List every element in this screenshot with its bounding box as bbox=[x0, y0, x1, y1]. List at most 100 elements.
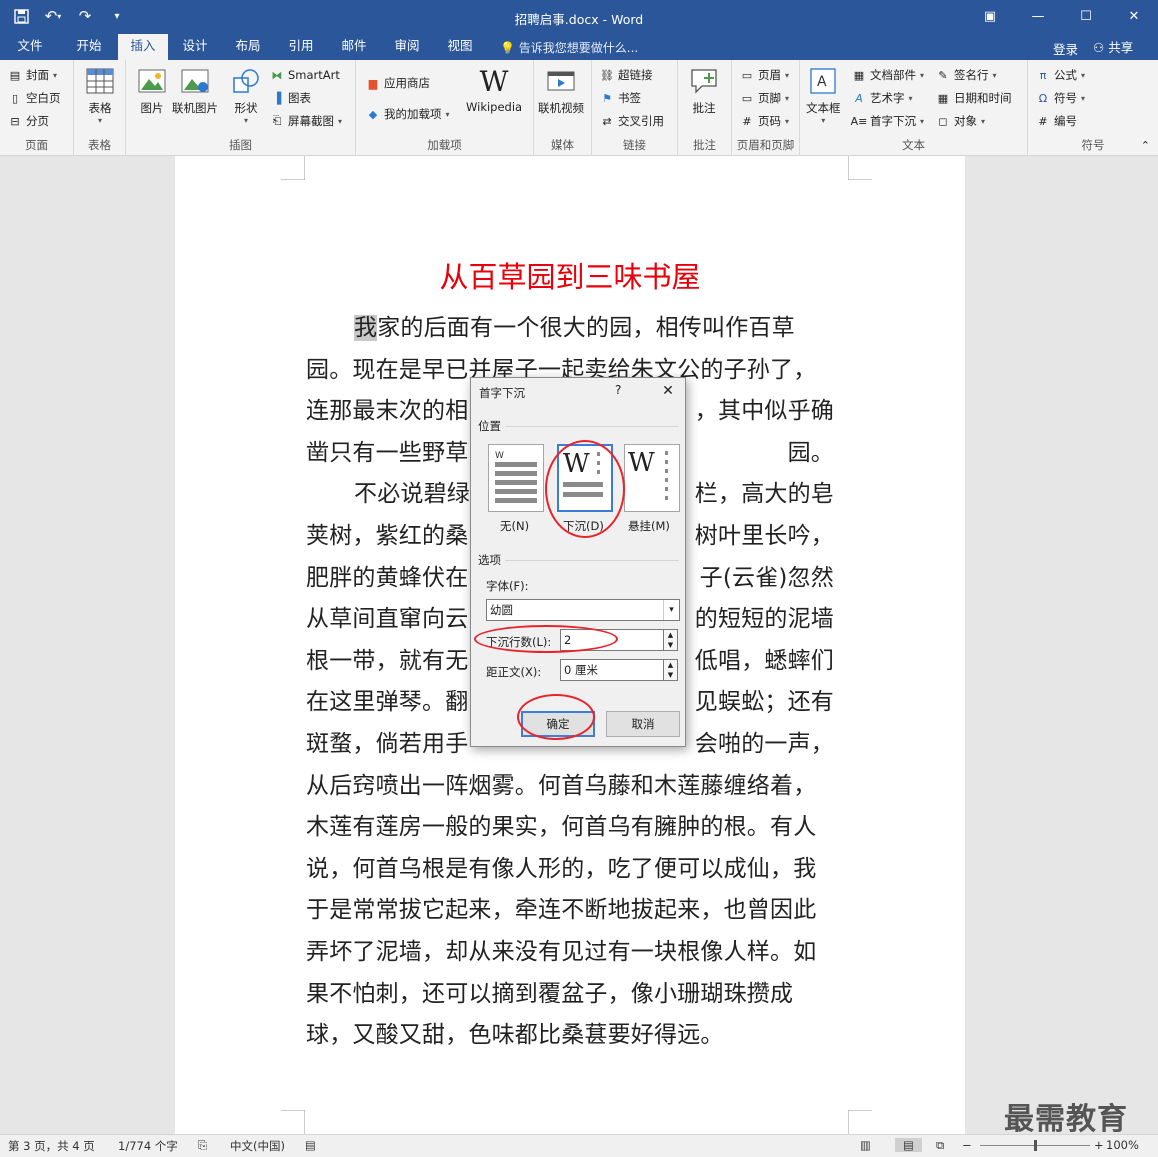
comment-button[interactable]: 批注 bbox=[688, 66, 720, 116]
lines-input[interactable]: 2 bbox=[560, 629, 664, 651]
lines-spinner[interactable]: ▲ ▼ bbox=[664, 629, 678, 651]
quick-parts-button[interactable]: ▦ 文档部件 ▾ bbox=[852, 64, 924, 86]
option-label: 悬挂(M) bbox=[628, 519, 670, 533]
my-addins-button[interactable]: ◆ 我的加载项 ▾ bbox=[366, 103, 450, 125]
share-button[interactable]: ⚇ 共享 bbox=[1093, 37, 1133, 56]
equation-button[interactable]: π 公式 ▾ bbox=[1036, 64, 1085, 86]
distance-spinner[interactable]: ▲ ▼ bbox=[664, 659, 678, 681]
table-button[interactable]: 表格 ▾ bbox=[84, 66, 116, 125]
tab-layout[interactable]: 布局 bbox=[223, 34, 273, 60]
maximize-icon[interactable]: ☐ bbox=[1062, 0, 1110, 32]
crossref-button[interactable]: ⇄ 交叉引用 bbox=[600, 110, 664, 132]
group-header-footer: ▭ 页眉 ▾ ▭ 页脚 ▾ # 页码 ▾ 页眉和页脚 bbox=[732, 60, 800, 156]
document-line-fragment: 见蜈蚣；还有 bbox=[694, 689, 834, 716]
wordart-button[interactable]: A 艺术字 ▾ bbox=[852, 87, 912, 109]
document-line: 从后窍喷出一阵烟雾。何首乌藤和木莲藤缠络着， bbox=[306, 766, 816, 800]
smartart-button[interactable]: ⧓ SmartArt bbox=[270, 64, 340, 86]
lightbulb-icon: 💡 bbox=[500, 41, 515, 55]
number-button[interactable]: # 编号 bbox=[1036, 110, 1077, 132]
store-button[interactable]: ▆ 应用商店 bbox=[366, 72, 430, 94]
distance-input[interactable]: 0 厘米 bbox=[560, 659, 664, 681]
minimize-icon[interactable]: — bbox=[1014, 0, 1062, 32]
ribbon-display-icon[interactable]: ▣ bbox=[966, 0, 1014, 32]
signature-line-button[interactable]: ✎ 签名行 ▾ bbox=[936, 64, 996, 86]
tell-me-box[interactable]: 💡 告诉我您想要做什么... bbox=[500, 39, 638, 56]
my-addins-icon: ◆ bbox=[368, 107, 378, 121]
ok-button[interactable]: 确定 bbox=[521, 711, 595, 737]
close-icon[interactable]: ✕ bbox=[655, 380, 681, 402]
svg-text:W: W bbox=[628, 448, 655, 478]
tab-home[interactable]: 开始 bbox=[62, 34, 116, 60]
page-break-button[interactable]: ⊟ 分页 bbox=[8, 110, 49, 132]
web-layout-icon[interactable]: ⧉ bbox=[936, 1138, 944, 1153]
document-line: 凿只有一些野草 bbox=[306, 433, 468, 467]
line-text: 从草间直窜向云 bbox=[306, 606, 469, 633]
collapse-ribbon-icon[interactable]: ⌃ bbox=[1141, 139, 1150, 152]
dropcap-dropped-option[interactable]: W bbox=[557, 444, 613, 512]
line-text: 在这里弹琴。翻 bbox=[306, 689, 469, 716]
tab-references[interactable]: 引用 bbox=[276, 34, 326, 60]
tab-file[interactable]: 文件 bbox=[6, 34, 54, 60]
dropcap-button[interactable]: A≡ 首字下沉 ▾ bbox=[851, 110, 924, 132]
macro-icon[interactable]: ▤ bbox=[305, 1138, 316, 1152]
page-number-button[interactable]: # 页码 ▾ bbox=[740, 110, 789, 132]
shapes-button[interactable]: 形状 ▾ bbox=[230, 66, 262, 125]
chevron-down-icon[interactable]: ▾ bbox=[663, 600, 679, 620]
line-text: 根一带，就有无 bbox=[306, 647, 469, 674]
dropcap-none-option[interactable]: W bbox=[488, 444, 544, 512]
blank-page-button[interactable]: ▯ 空白页 bbox=[8, 87, 61, 109]
textbox-button[interactable]: A 文本框 ▾ bbox=[806, 66, 841, 125]
symbol-button[interactable]: Ω 符号 ▾ bbox=[1036, 87, 1085, 109]
cover-page-button[interactable]: ▤ 封面 ▾ bbox=[8, 64, 57, 86]
zoom-in-icon[interactable]: + bbox=[1094, 1138, 1104, 1152]
word-count[interactable]: 1/774 个字 bbox=[118, 1138, 178, 1154]
ribbon: ▤ 封面 ▾ ▯ 空白页 ⊟ 分页 页面 表格 ▾ 表格 图片 联机图片 形状 ▾ ⧓ Sma… bbox=[0, 60, 1158, 156]
cover-page-icon: ▤ bbox=[9, 68, 21, 82]
tab-view[interactable]: 视图 bbox=[435, 34, 485, 60]
svg-text:W: W bbox=[563, 449, 590, 479]
tab-review[interactable]: 审阅 bbox=[382, 34, 432, 60]
zoom-slider-thumb[interactable] bbox=[1034, 1140, 1037, 1151]
header-button[interactable]: ▭ 页眉 ▾ bbox=[740, 64, 789, 86]
close-icon[interactable]: ✕ bbox=[1110, 0, 1158, 32]
footer-button[interactable]: ▭ 页脚 ▾ bbox=[740, 87, 789, 109]
page-count[interactable]: 第 3 页，共 4 页 bbox=[8, 1138, 95, 1154]
login-button[interactable]: 登录 bbox=[1053, 39, 1078, 58]
screenshot-button[interactable]: ⎗ 屏幕截图 ▾ bbox=[270, 110, 342, 132]
online-video-button[interactable]: 联机视频 bbox=[538, 66, 584, 116]
group-label: 媒体 bbox=[551, 138, 574, 152]
picture-button[interactable]: 图片 bbox=[136, 66, 168, 116]
zoom-level[interactable]: 100% bbox=[1106, 1138, 1139, 1152]
wikipedia-button[interactable]: W Wikipedia bbox=[466, 65, 522, 115]
tab-insert[interactable]: 插入 bbox=[118, 34, 168, 60]
dropcap-margin-option[interactable]: W bbox=[624, 444, 680, 512]
group-tables: 表格 ▾ 表格 bbox=[74, 60, 126, 156]
line-text: 家的后面有一个很大的园，相传叫作百草 bbox=[377, 315, 795, 341]
header-icon: ▭ bbox=[741, 68, 753, 82]
bookmark-button[interactable]: ⚑ 书签 bbox=[600, 87, 641, 109]
proofing-icon[interactable]: ⎘ bbox=[198, 1138, 207, 1153]
cancel-button[interactable]: 取消 bbox=[606, 711, 680, 737]
datetime-button[interactable]: ▦ 日期和时间 bbox=[936, 87, 1012, 109]
link-icon: ⛓ bbox=[600, 68, 614, 82]
help-icon[interactable]: ? bbox=[615, 383, 621, 397]
line-text: 果不怕刺，还可以摘到覆盆子，像小珊瑚珠攒成 bbox=[306, 980, 794, 1007]
hyperlink-button[interactable]: ⛓ 超链接 bbox=[600, 64, 652, 86]
language[interactable]: 中文(中国) bbox=[230, 1138, 285, 1154]
zoom-out-icon[interactable]: − bbox=[962, 1138, 972, 1152]
print-layout-icon[interactable]: ▤ bbox=[895, 1138, 922, 1152]
document-line: 不必说碧绿 bbox=[354, 474, 470, 508]
object-button[interactable]: ◻ 对象 ▾ bbox=[936, 110, 985, 132]
group-label: 页眉和页脚 bbox=[736, 138, 795, 152]
tab-design[interactable]: 设计 bbox=[170, 34, 220, 60]
omega-icon: Ω bbox=[1038, 91, 1048, 105]
read-mode-icon[interactable]: ▥ bbox=[860, 1138, 871, 1152]
tab-mailings[interactable]: 邮件 bbox=[329, 34, 379, 60]
document-line: 根一带，就有无 bbox=[306, 641, 468, 675]
line-text: 弄坏了泥墙，却从来没有见过有一块根像人样。如 bbox=[306, 939, 817, 965]
store-icon: ▆ bbox=[368, 76, 378, 90]
document-title: 从百草园到三味书屋 bbox=[439, 260, 701, 294]
online-picture-button[interactable]: 联机图片 bbox=[172, 66, 218, 116]
font-select[interactable]: 幼圆 ▾ bbox=[486, 599, 680, 621]
chart-button[interactable]: ▐ 图表 bbox=[270, 87, 311, 109]
